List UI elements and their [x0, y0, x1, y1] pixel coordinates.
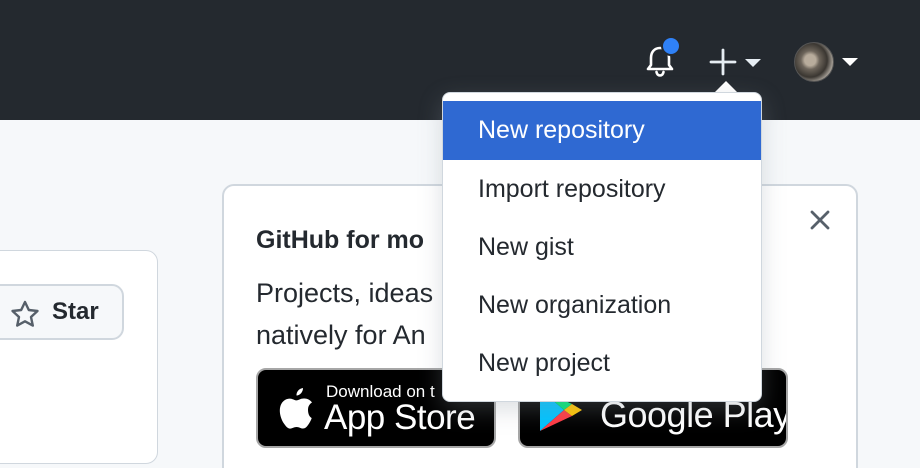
apple-icon [279, 388, 312, 429]
create-new-button[interactable] [706, 44, 768, 80]
star-button[interactable]: Star [0, 284, 124, 340]
close-button[interactable] [806, 206, 834, 234]
unread-notification-dot [661, 36, 681, 56]
menu-item-new-gist[interactable]: New gist [443, 218, 761, 276]
repository-card [0, 250, 158, 464]
menu-item-new-organization[interactable]: New organization [443, 276, 761, 334]
close-icon [810, 210, 830, 230]
caret-down-icon [842, 58, 858, 66]
mobile-card-description: Projects, ideas natively for An [256, 278, 434, 350]
caret-down-icon [745, 59, 761, 67]
plus-icon [709, 48, 761, 76]
star-icon [11, 300, 39, 327]
app-store-large-text: App Store [324, 398, 476, 437]
avatar [794, 42, 834, 82]
user-menu-button[interactable] [790, 40, 860, 84]
create-dropdown-menu: New repository Import repository New gis… [442, 92, 762, 402]
star-label: Star [52, 298, 99, 325]
menu-item-import-repository[interactable]: Import repository [443, 160, 761, 218]
notifications-button[interactable] [640, 36, 681, 80]
mobile-card-title: GitHub for mo [256, 226, 425, 254]
menu-item-new-repository[interactable]: New repository [443, 101, 761, 160]
menu-item-new-project[interactable]: New project [443, 334, 761, 392]
